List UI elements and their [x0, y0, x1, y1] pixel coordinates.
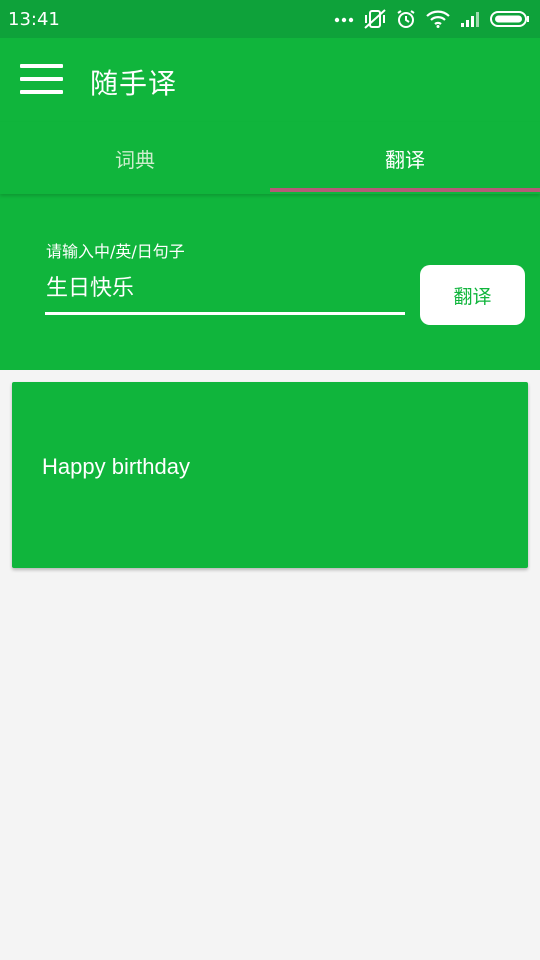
app-bar: 随手译: [0, 38, 540, 122]
tab-dictionary[interactable]: 词典: [0, 122, 270, 194]
hamburger-menu-icon[interactable]: [20, 64, 64, 96]
vibrate-mute-icon: [364, 9, 386, 29]
translate-input-panel: 请输入中/英/日句子 翻译: [0, 194, 540, 370]
app-title: 随手译: [90, 67, 178, 100]
result-card: Happy birthday: [12, 382, 528, 568]
status-time: 13:41: [8, 8, 60, 30]
translate-button[interactable]: 翻译: [420, 265, 525, 325]
translation-result: Happy birthday: [42, 454, 190, 479]
wifi-icon: [426, 10, 450, 28]
sentence-input[interactable]: [46, 268, 404, 304]
battery-icon: [490, 10, 530, 28]
status-bar: 13:41: [0, 0, 540, 38]
input-underline: [45, 312, 405, 315]
more-dots-icon: [334, 15, 354, 23]
status-icons: [334, 9, 530, 29]
tab-indicator: [270, 188, 540, 192]
signal-icon: [460, 10, 480, 28]
alarm-icon: [396, 9, 416, 29]
tab-bar: 词典 翻译: [0, 122, 540, 194]
input-label: 请输入中/英/日句子: [46, 242, 185, 261]
tab-translate[interactable]: 翻译: [270, 122, 540, 194]
